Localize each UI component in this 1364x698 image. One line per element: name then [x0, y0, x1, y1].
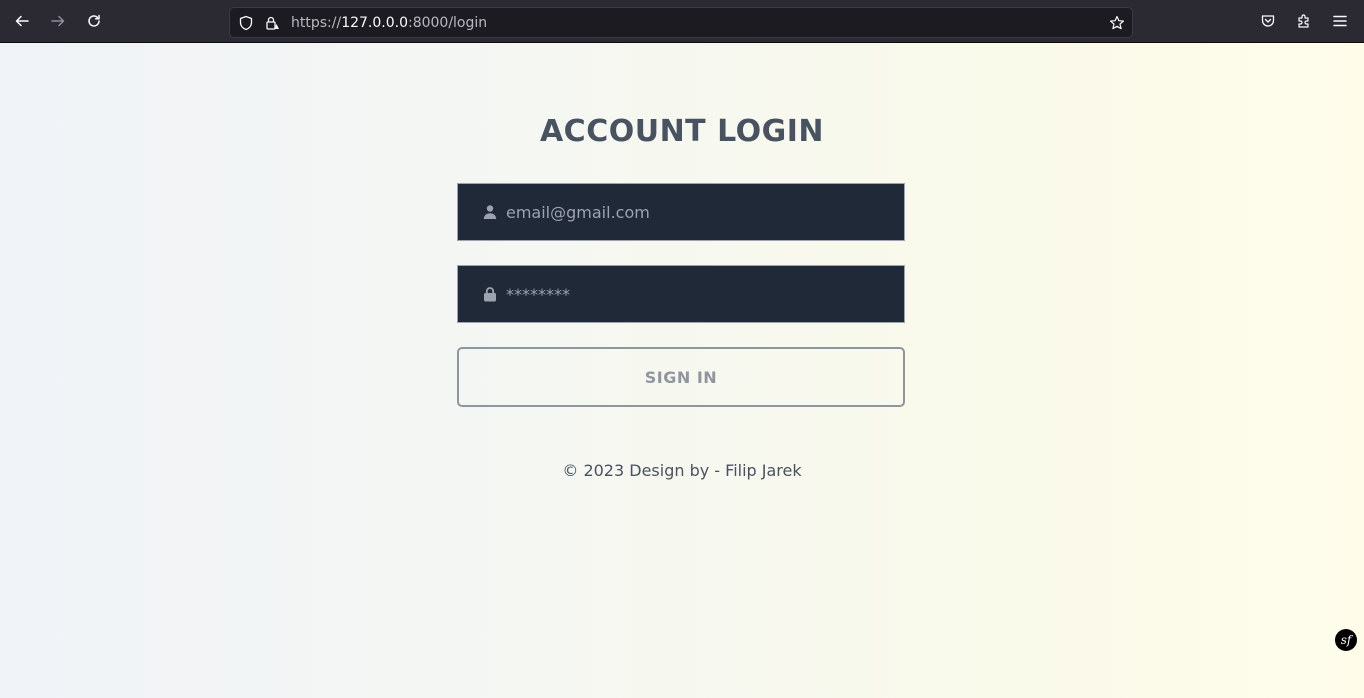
reload-icon — [88, 14, 100, 27]
footer-credit: © 2023 Design by - Filip Jarek — [562, 461, 802, 480]
lock-icon — [482, 286, 498, 302]
address-bar[interactable]: https://127.0.0.0:8000/login — [229, 7, 1133, 38]
puzzle-icon — [1298, 14, 1309, 28]
email-field[interactable] — [457, 183, 905, 241]
url-path: :8000/login — [407, 15, 488, 31]
url-scheme: https:// — [291, 15, 342, 31]
url-text[interactable]: https://127.0.0.0:8000/login — [291, 14, 487, 32]
email-input[interactable] — [506, 184, 886, 240]
insecure-lock-icon[interactable] — [263, 14, 281, 32]
browser-toolbar: https://127.0.0.0:8000/login — [0, 0, 1364, 43]
sign-in-button[interactable]: SIGN IN — [457, 347, 905, 407]
pocket-button[interactable] — [1254, 7, 1282, 35]
back-button[interactable] — [8, 7, 36, 35]
user-icon — [482, 204, 498, 220]
login-page: ACCOUNT LOGIN SIGN IN © 2023 Design by -… — [0, 43, 1364, 698]
forward-button[interactable] — [44, 7, 72, 35]
extensions-button[interactable] — [1290, 7, 1318, 35]
arrow-right-icon — [51, 15, 65, 27]
symfony-toolbar-logo[interactable]: sf — [1335, 629, 1357, 651]
url-host: 127.0.0.0 — [341, 15, 408, 31]
password-field[interactable] — [457, 265, 905, 323]
pocket-icon — [1261, 15, 1275, 27]
page-title: ACCOUNT LOGIN — [539, 114, 825, 149]
reload-button[interactable] — [80, 7, 108, 35]
password-input[interactable] — [506, 266, 886, 322]
arrow-left-icon — [15, 15, 29, 27]
menu-button[interactable] — [1326, 7, 1354, 35]
shield-icon[interactable] — [237, 14, 255, 32]
hamburger-icon — [1333, 15, 1347, 27]
bookmark-star-icon[interactable] — [1108, 14, 1126, 32]
